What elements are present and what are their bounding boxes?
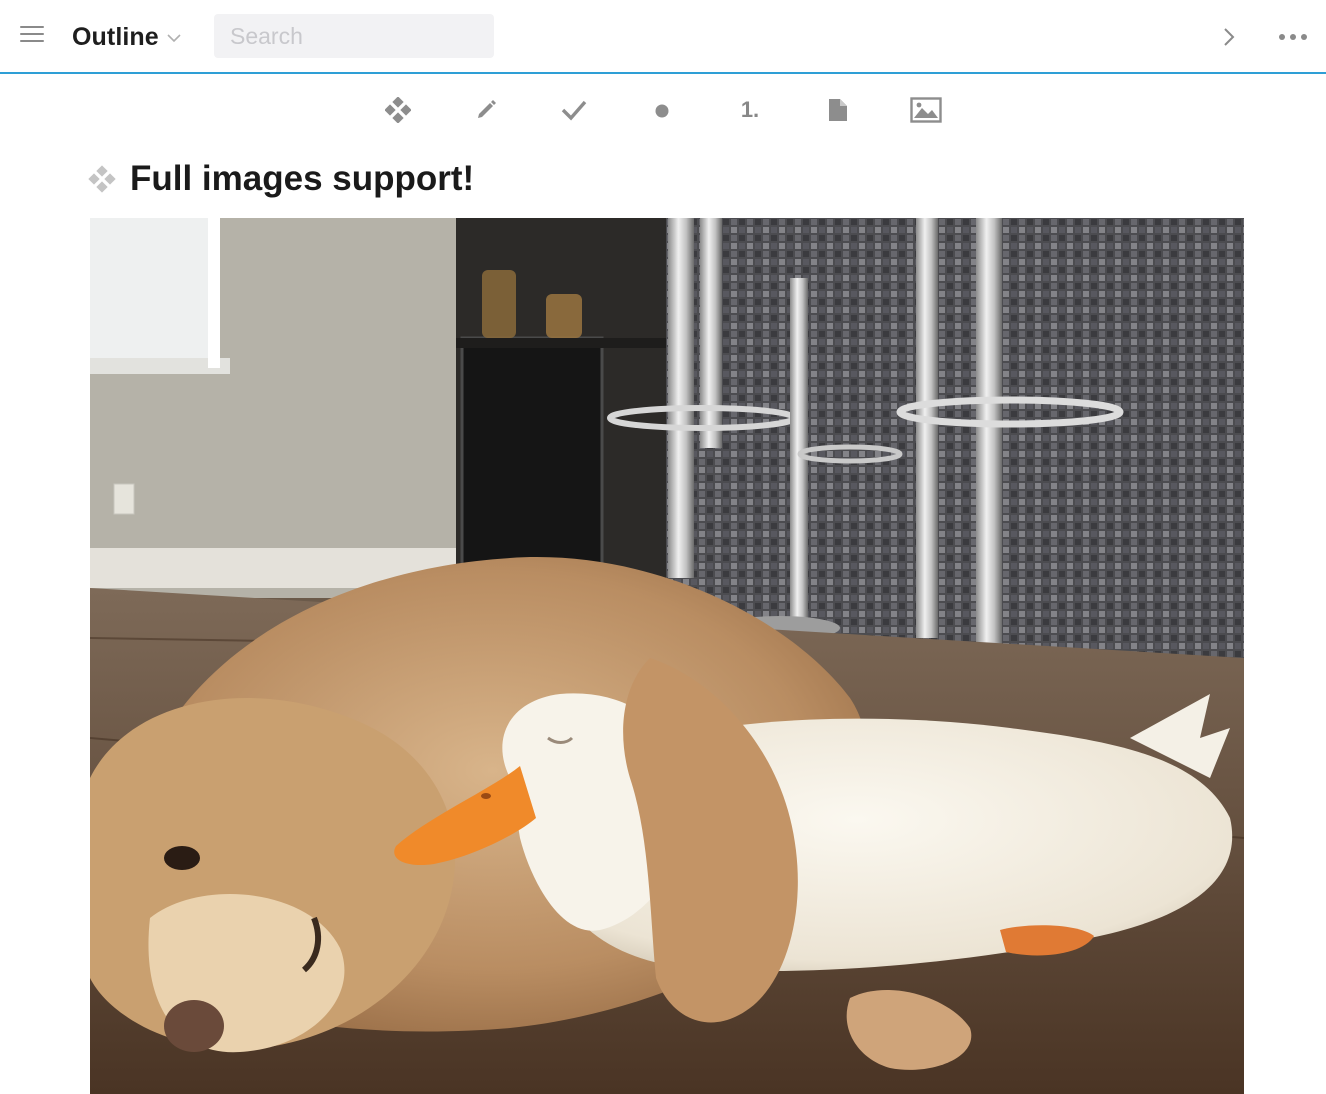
hamburger-menu-icon xyxy=(20,26,44,28)
tool-image[interactable] xyxy=(906,94,946,126)
numbered-list-label: 1. xyxy=(740,97,760,122)
diamond-bullet-icon xyxy=(385,97,411,123)
dot-icon xyxy=(655,104,669,118)
diamond-bullet-icon[interactable] xyxy=(88,165,116,193)
top-bar: Outline xyxy=(0,0,1326,74)
ellipsis-icon[interactable] xyxy=(1276,26,1310,48)
dog-and-duck-photo xyxy=(90,218,1244,1094)
app-title: Outline xyxy=(72,22,159,51)
document-icon xyxy=(829,99,847,121)
embedded-photo[interactable] xyxy=(90,218,1244,1094)
heading-text: Full images support! xyxy=(130,159,475,198)
checkmark-icon xyxy=(561,100,587,121)
tool-numbered-list[interactable]: 1. xyxy=(730,94,770,126)
search-input[interactable] xyxy=(214,14,494,58)
chevron-right-icon[interactable] xyxy=(1218,26,1240,48)
menu-button[interactable] xyxy=(20,26,44,46)
hamburger-line xyxy=(20,40,44,42)
tool-note[interactable] xyxy=(466,94,506,126)
tool-heading[interactable] xyxy=(378,94,418,126)
tool-task[interactable] xyxy=(554,94,594,126)
outline-title-dropdown[interactable]: Outline xyxy=(72,20,181,54)
outline-heading-item[interactable]: Full images support! xyxy=(88,154,474,204)
tool-bullet[interactable] xyxy=(642,94,682,126)
tool-file[interactable] xyxy=(818,94,858,126)
format-toolbar: 1. xyxy=(0,76,1326,140)
hamburger-line xyxy=(20,33,44,35)
image-icon xyxy=(910,97,942,123)
pencil-icon xyxy=(478,100,496,118)
chevron-down-icon xyxy=(167,34,181,43)
